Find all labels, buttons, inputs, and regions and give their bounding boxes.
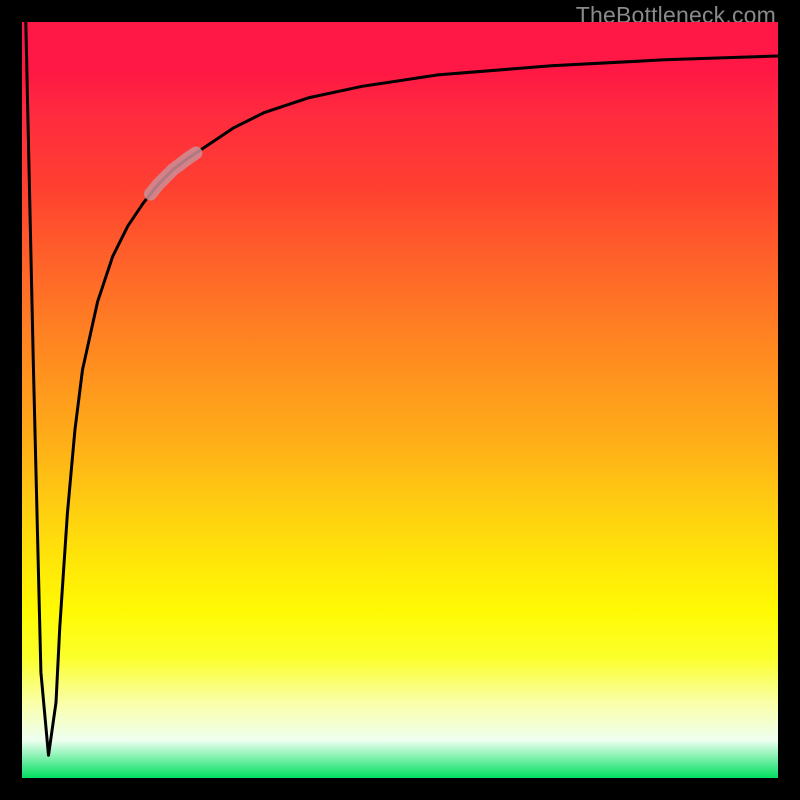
chart-frame: TheBottleneck.com: [0, 0, 800, 800]
plot-area: [22, 22, 778, 778]
highlight-segment: [151, 153, 196, 194]
curve-layer: [22, 22, 778, 778]
bottleneck-curve: [26, 22, 778, 755]
